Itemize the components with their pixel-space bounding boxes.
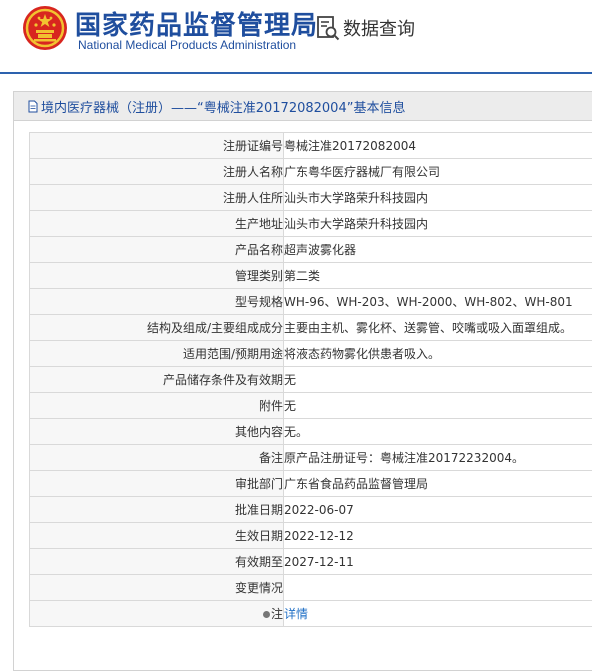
row-label: 注册证编号 [30, 133, 284, 159]
table-row: 批准日期2022-06-07 [30, 497, 592, 523]
row-value: 无 [284, 367, 592, 393]
table-row: 生效日期2022-12-12 [30, 523, 592, 549]
row-value: 粤械注准20172082004 [284, 133, 592, 159]
row-label: 附件 [30, 393, 284, 419]
row-label: 其他内容 [30, 419, 284, 445]
table-row: 产品名称超声波雾化器 [30, 237, 592, 263]
table-row: 注册证编号粤械注准20172082004 [30, 133, 592, 159]
table-row: 注册人名称广东粤华医疗器械厂有限公司 [30, 159, 592, 185]
data-query-link[interactable]: 数据查询 [316, 14, 415, 42]
registration-info-table: 注册证编号粤械注准20172082004 注册人名称广东粤华医疗器械厂有限公司 … [29, 132, 592, 627]
bullet-icon [263, 611, 270, 618]
table-row: 适用范围/预期用途将液态药物雾化供患者吸入。 [30, 341, 592, 367]
row-label: 产品储存条件及有效期 [30, 367, 284, 393]
table-row: 管理类别第二类 [30, 263, 592, 289]
row-value: 将液态药物雾化供患者吸入。 [284, 341, 592, 367]
row-label: 审批部门 [30, 471, 284, 497]
row-value: 无 [284, 393, 592, 419]
row-value: 主要由主机、雾化杯、送雾管、咬嘴或吸入面罩组成。 [284, 315, 592, 341]
row-label: 批准日期 [30, 497, 284, 523]
info-panel: 境内医疗器械（注册）——“粤械注准20172082004”基本信息 注册证编号粤… [13, 91, 592, 671]
document-search-icon [316, 15, 340, 41]
row-value: 2027-12-11 [284, 549, 592, 575]
row-label: 注册人名称 [30, 159, 284, 185]
table-row: 附件无 [30, 393, 592, 419]
table-row: 有效期至2027-12-11 [30, 549, 592, 575]
brand-title-cn: 国家药品监督管理局 [75, 5, 318, 42]
table-row: 变更情况 [30, 575, 592, 601]
document-icon [28, 100, 38, 113]
table-row: 产品储存条件及有效期无 [30, 367, 592, 393]
row-value: 原产品注册证号：粤械注准20172232004。 [284, 445, 592, 471]
note-label: 注 [271, 607, 283, 621]
row-label: 适用范围/预期用途 [30, 341, 284, 367]
row-label: 注册人住所 [30, 185, 284, 211]
row-label: 型号规格 [30, 289, 284, 315]
row-label: 生产地址 [30, 211, 284, 237]
panel-title: 境内医疗器械（注册）——“粤械注准20172082004”基本信息 [41, 97, 405, 116]
brand-title-en: National Medical Products Administration [78, 38, 296, 52]
row-label: 管理类别 [30, 263, 284, 289]
row-label: 变更情况 [30, 575, 284, 601]
row-label: 备注 [30, 445, 284, 471]
row-value: WH-96、WH-203、WH-2000、WH-802、WH-801 [284, 289, 592, 315]
table-row: 其他内容无。 [30, 419, 592, 445]
table-row: 生产地址汕头市大学路荣升科技园内 [30, 211, 592, 237]
header-divider [0, 72, 592, 74]
table-row: 结构及组成/主要组成成分主要由主机、雾化杯、送雾管、咬嘴或吸入面罩组成。 [30, 315, 592, 341]
table-row: 审批部门广东省食品药品监督管理局 [30, 471, 592, 497]
note-value-cell: 详情 [284, 601, 592, 627]
row-label: 有效期至 [30, 549, 284, 575]
row-value: 广东粤华医疗器械厂有限公司 [284, 159, 592, 185]
row-value: 2022-06-07 [284, 497, 592, 523]
row-value [284, 575, 592, 601]
table-row: 型号规格WH-96、WH-203、WH-2000、WH-802、WH-801 [30, 289, 592, 315]
table-row: 注册人住所汕头市大学路荣升科技园内 [30, 185, 592, 211]
note-label-cell: 注 [30, 601, 284, 627]
site-header: 国家药品监督管理局 National Medical Products Admi… [0, 0, 592, 74]
row-label: 产品名称 [30, 237, 284, 263]
row-value: 第二类 [284, 263, 592, 289]
row-value: 汕头市大学路荣升科技园内 [284, 211, 592, 237]
table-row-note: 注 详情 [30, 601, 592, 627]
row-value: 2022-12-12 [284, 523, 592, 549]
table-row: 备注原产品注册证号：粤械注准20172232004。 [30, 445, 592, 471]
panel-title-bar: 境内医疗器械（注册）——“粤械注准20172082004”基本信息 [14, 92, 592, 121]
data-query-label: 数据查询 [343, 15, 415, 41]
details-link[interactable]: 详情 [284, 607, 308, 621]
national-emblem-icon [22, 5, 68, 51]
row-value: 超声波雾化器 [284, 237, 592, 263]
row-value: 汕头市大学路荣升科技园内 [284, 185, 592, 211]
row-label: 生效日期 [30, 523, 284, 549]
row-label: 结构及组成/主要组成成分 [30, 315, 284, 341]
row-value: 广东省食品药品监督管理局 [284, 471, 592, 497]
row-value: 无。 [284, 419, 592, 445]
